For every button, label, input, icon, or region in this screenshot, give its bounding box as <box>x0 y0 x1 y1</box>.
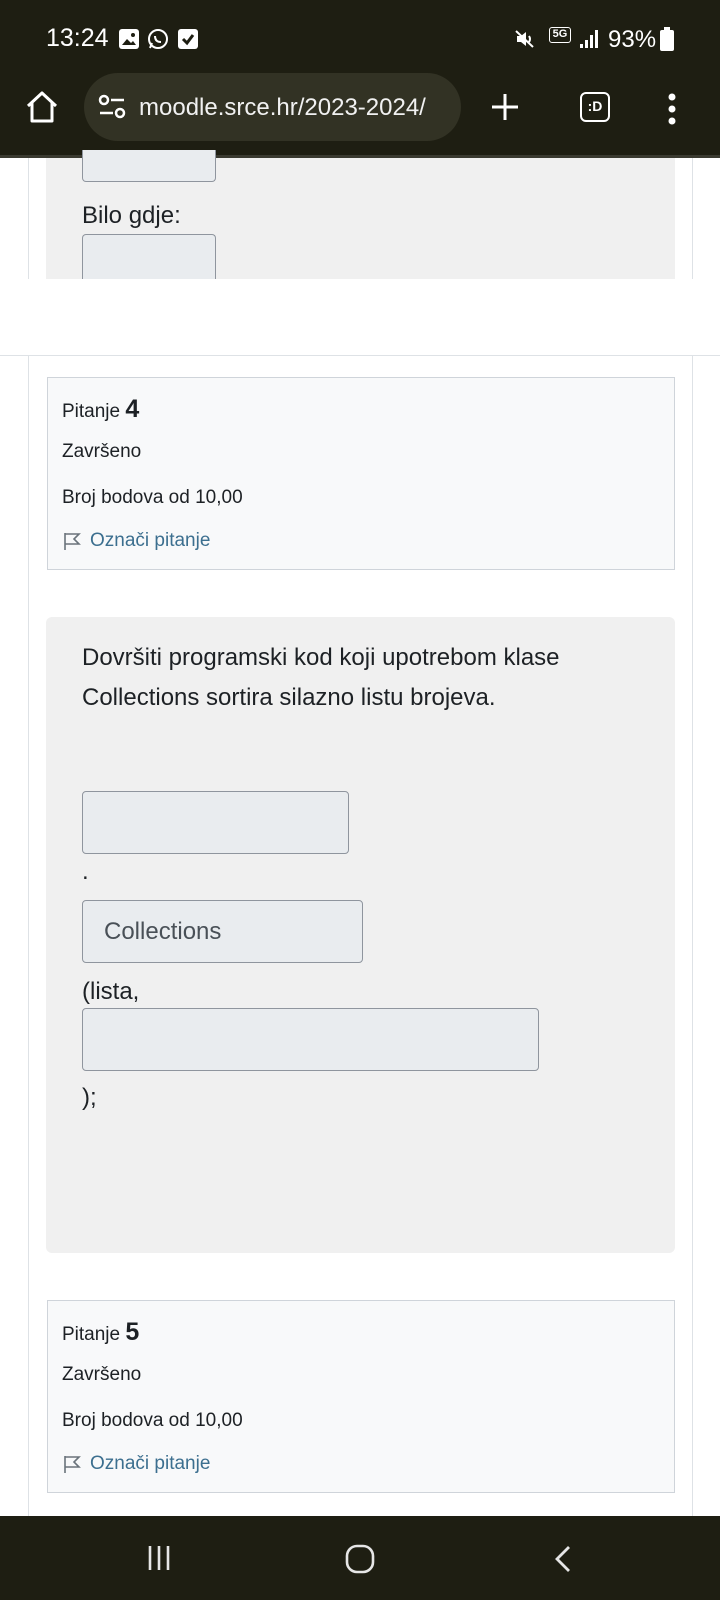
bilo-gdje-label: Bilo gdje: <box>82 202 181 229</box>
page-border <box>28 356 29 1516</box>
answer-field-1[interactable] <box>82 791 349 854</box>
flag-question-label[interactable]: Označi pitanje <box>90 530 210 552</box>
home-button-icon[interactable] <box>345 1544 375 1574</box>
question-grade: Broj bodova od 10,00 <box>62 1410 243 1431</box>
question-label: Pitanje <box>62 1324 121 1345</box>
recent-apps-icon[interactable] <box>145 1544 173 1572</box>
question-number: 5 <box>125 1318 140 1346</box>
network-badge: 5G <box>549 27 571 43</box>
page-border <box>692 158 693 279</box>
tab-switcher-icon[interactable]: :D <box>580 92 610 122</box>
question-state: Završeno <box>62 1364 142 1385</box>
flag-question-link[interactable]: Označi pitanje <box>62 1453 210 1475</box>
battery-icon <box>660 27 674 51</box>
flag-question-label[interactable]: Označi pitanje <box>90 1453 210 1475</box>
status-time: 13:24 <box>46 24 109 52</box>
question-grade: Broj bodova od 10,00 <box>62 487 243 508</box>
page-border <box>28 158 29 279</box>
battery-percent: 93% <box>608 26 657 53</box>
signal-icon <box>580 30 598 48</box>
back-icon[interactable] <box>552 1544 574 1574</box>
question-number-label: Pitanje 5 <box>62 1318 139 1347</box>
question-5-info: Pitanje 5 Završeno Broj bodova od 10,00 … <box>47 1300 675 1493</box>
system-nav-bar <box>0 1516 720 1600</box>
new-tab-icon[interactable] <box>490 92 520 122</box>
home-icon[interactable] <box>25 90 59 124</box>
question-number-label: Pitanje 4 <box>62 395 139 424</box>
url-text[interactable]: moodle.srce.hr/2023-2024/ <box>139 94 426 122</box>
question-separator <box>0 355 720 356</box>
question-state: Završeno <box>62 441 142 462</box>
question-text: Dovršiti programski kod koji upotrebom k… <box>82 644 560 711</box>
question-label: Pitanje <box>62 401 121 422</box>
mute-icon <box>515 30 534 48</box>
site-settings-icon[interactable] <box>98 94 126 120</box>
question-4-info: Pitanje 4 Završeno Broj bodova od 10,00 … <box>47 377 675 570</box>
browser-top-bar: 13:24 5G 93% moodle.srce.hr/2023-2024/:… <box>0 0 720 158</box>
closing-text: ); <box>82 1084 97 1111</box>
flag-question-link[interactable]: Označi pitanje <box>62 530 210 552</box>
overflow-menu-icon[interactable] <box>666 92 678 126</box>
question-number: 4 <box>125 395 140 423</box>
page-border <box>692 356 693 1516</box>
answer-field-2[interactable]: Collections <box>82 900 363 963</box>
answer-field-2-value: Collections <box>104 918 222 945</box>
previous-answer-input[interactable] <box>82 150 216 182</box>
flag-icon <box>64 533 81 550</box>
flag-icon <box>64 1456 81 1473</box>
gallery-icon <box>119 29 139 49</box>
answer-field-3[interactable] <box>82 1008 539 1071</box>
bilo-gdje-input[interactable] <box>82 234 216 279</box>
lista-text: (lista, <box>82 978 140 1005</box>
dot-separator: . <box>82 858 89 885</box>
whatsapp-icon <box>148 29 168 49</box>
checkbox-icon <box>178 29 198 49</box>
